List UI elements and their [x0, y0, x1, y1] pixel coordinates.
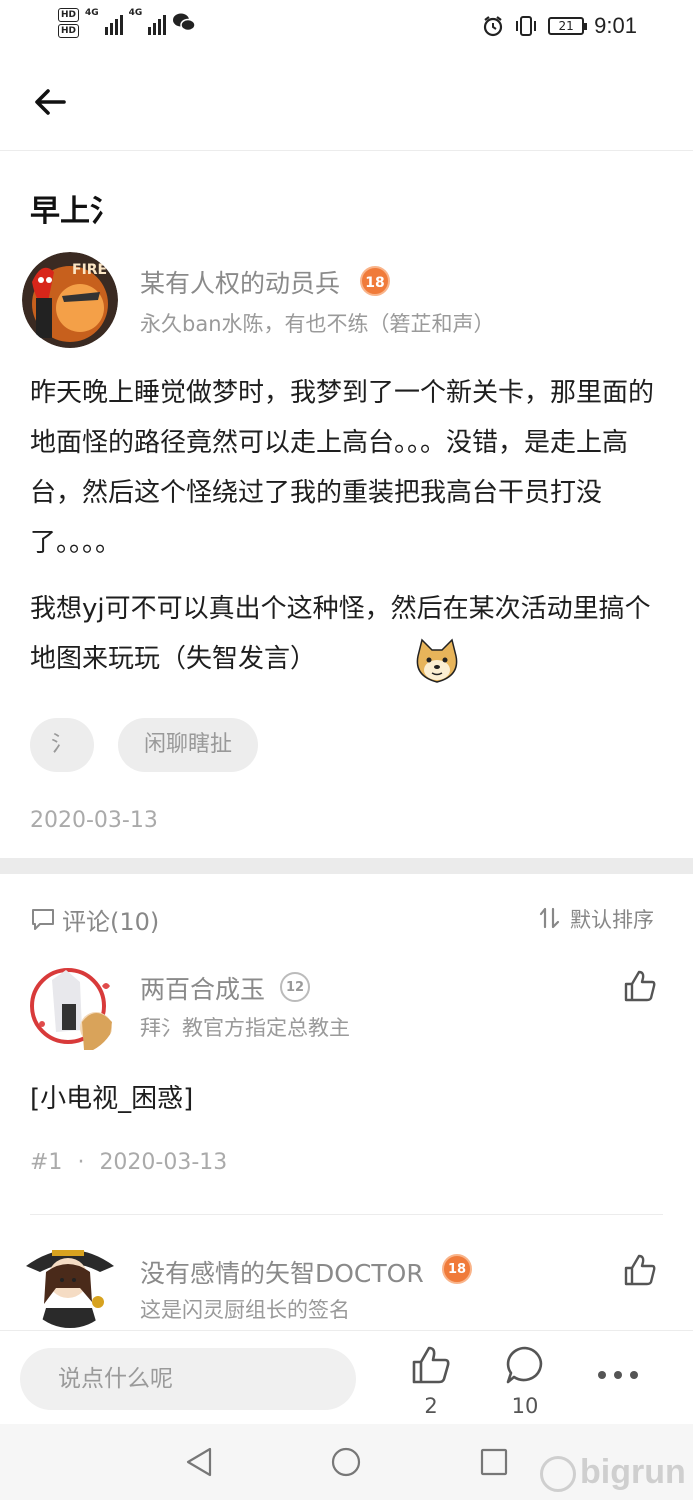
author-name[interactable]: 某有人权的动员兵	[140, 264, 340, 300]
commenter-name[interactable]: 两百合成玉	[140, 970, 265, 1006]
doge-emoji-icon	[416, 638, 458, 683]
author-avatar[interactable]: FIRE	[22, 252, 118, 348]
signal-icon	[104, 11, 123, 35]
tag-chip[interactable]: 闲聊瞎扯	[118, 718, 258, 772]
comment-floor: #1	[30, 1150, 63, 1175]
comment-bubble-icon[interactable]	[504, 1344, 546, 1386]
like-count: 2	[424, 1394, 438, 1418]
status-right: 21 9:01	[482, 13, 637, 39]
battery-icon: 21	[548, 17, 588, 35]
comment-input[interactable]: 说点什么呢	[20, 1348, 356, 1410]
vibrate-icon	[516, 16, 537, 36]
commenter-signature: 这是闪灵厨组长的签名	[140, 1298, 350, 1322]
nav-recent-icon[interactable]	[478, 1446, 510, 1478]
svg-text:FIRE: FIRE	[72, 262, 107, 278]
status-left: HD HD 4G 4G	[58, 8, 197, 38]
commenter-name[interactable]: 没有感情的矢智DOCTOR	[140, 1254, 424, 1290]
hd-badge: HD	[58, 24, 80, 38]
comment-meta-separator: ·	[77, 1150, 85, 1175]
sort-button[interactable]: 默认排序	[570, 904, 654, 934]
commenter-signature: 拜氵教官方指定总教主	[140, 1016, 350, 1040]
level-badge: 18	[442, 1254, 472, 1284]
like-icon[interactable]	[410, 1344, 452, 1386]
watermark-logo: bigrun	[540, 1450, 686, 1494]
comment-text: [小电视_困惑]	[30, 1084, 194, 1114]
post-date: 2020-03-13	[30, 808, 158, 833]
level-badge: 18	[360, 266, 390, 296]
nav-home-icon[interactable]	[330, 1446, 362, 1478]
comment-icon	[32, 909, 54, 930]
more-icon[interactable]	[596, 1360, 640, 1390]
nav-back-icon[interactable]	[184, 1446, 214, 1478]
back-arrow-icon[interactable]	[30, 82, 70, 122]
tag-chip[interactable]: 氵	[30, 718, 94, 772]
network-label: 4G	[128, 8, 143, 18]
sort-icon[interactable]	[538, 906, 562, 930]
watermark-face-icon	[540, 1456, 576, 1493]
author-signature: 永久ban水陈，有也不练（箬芷和声）	[140, 312, 495, 336]
clock: 9:01	[594, 13, 637, 38]
like-icon[interactable]	[622, 968, 658, 1004]
wechat-icon	[173, 13, 197, 32]
header-divider	[0, 150, 693, 151]
post-title: 早上氵	[30, 194, 120, 229]
commenter-avatar[interactable]	[22, 960, 118, 1056]
comment-count: 10	[511, 1394, 539, 1418]
post-paragraph: 我想yj可不可以真出个这种怪，然后在某次活动里搞个地图来玩玩（失智发言）	[30, 594, 651, 674]
section-divider	[0, 858, 693, 874]
commenter-avatar[interactable]	[22, 1232, 118, 1328]
hd-badges: HD HD	[58, 8, 80, 38]
comment-divider	[30, 1214, 663, 1215]
status-bar: HD HD 4G 4G 21 9:01	[0, 0, 693, 56]
level-badge: 12	[280, 972, 310, 1002]
post-paragraph: 昨天晚上睡觉做梦时，我梦到了一个新关卡，那里面的地面怪的路径竟然可以走上高台。。…	[30, 378, 655, 558]
alarm-icon	[484, 16, 503, 37]
comment-date: 2020-03-13	[99, 1150, 228, 1175]
network-label: 4G	[85, 8, 99, 18]
hd-badge: HD	[58, 8, 80, 22]
signal-icon	[148, 11, 167, 35]
comments-title: 评论(10)	[62, 908, 160, 936]
comment-meta: #1 · 2020-03-13	[30, 1150, 227, 1175]
watermark-text: bigrun	[580, 1453, 686, 1491]
like-icon[interactable]	[622, 1252, 658, 1288]
